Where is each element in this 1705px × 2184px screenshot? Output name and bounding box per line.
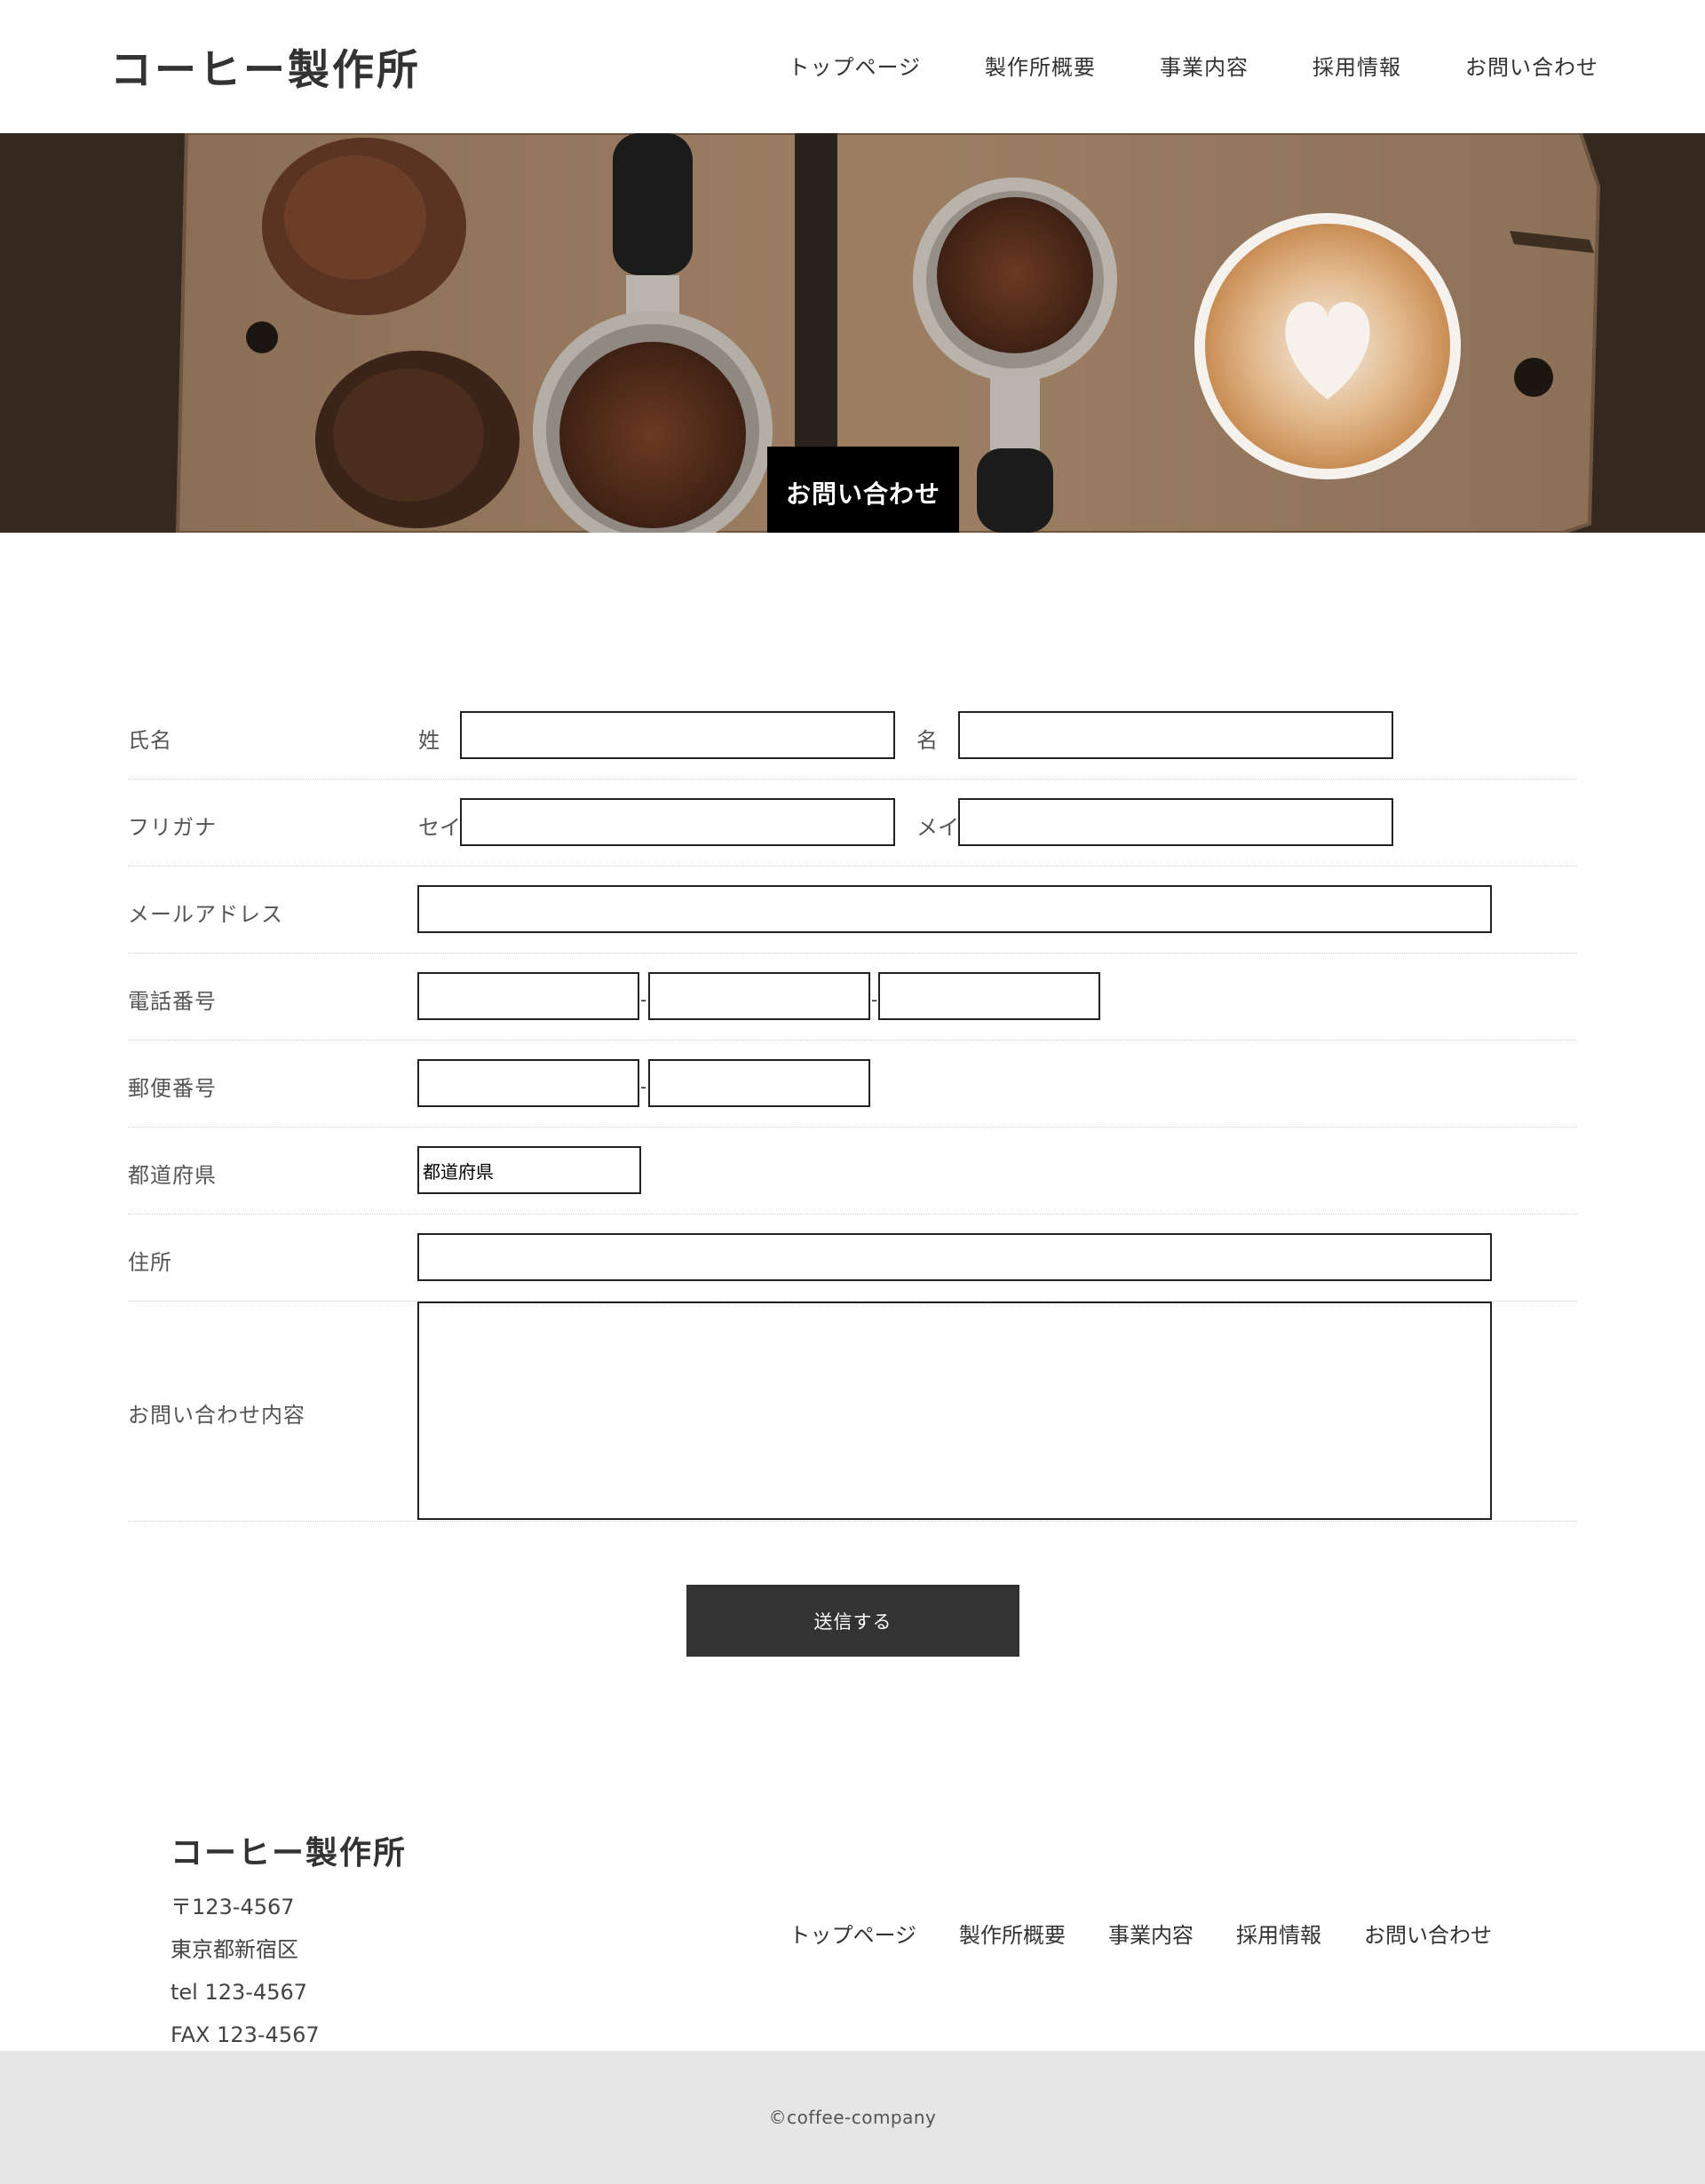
footer-nav-business[interactable]: 事業内容 bbox=[1108, 1918, 1194, 1949]
postal-input-1[interactable] bbox=[417, 1059, 639, 1107]
footer-address: 〒123-4567 東京都新宿区 tel 123-4567 FAX 123-45… bbox=[170, 1886, 320, 2056]
hero-banner: お問い合わせ bbox=[0, 133, 1705, 533]
footer-city: 東京都新宿区 bbox=[170, 1937, 298, 1962]
copyright-bar: ©coffee-company bbox=[0, 2051, 1705, 2184]
form-row-prefecture: 都道府県 都道府県 bbox=[128, 1128, 1577, 1215]
email-label: メールアドレス bbox=[128, 902, 283, 927]
email-input[interactable] bbox=[417, 885, 1492, 933]
footer-fax: FAX 123-4567 bbox=[170, 2022, 320, 2047]
footer-nav-contact[interactable]: お問い合わせ bbox=[1364, 1918, 1492, 1949]
footer-nav-recruit[interactable]: 採用情報 bbox=[1236, 1918, 1321, 1949]
postal-separator: - bbox=[640, 1076, 647, 1097]
name-label: 氏名 bbox=[128, 728, 172, 753]
prefecture-select[interactable]: 都道府県 bbox=[417, 1146, 641, 1194]
last-name-sub-label: 姓 bbox=[418, 728, 440, 753]
footer-nav-company-overview[interactable]: 製作所概要 bbox=[959, 1918, 1066, 1949]
phone-input-1[interactable] bbox=[417, 972, 639, 1020]
submit-button[interactable]: 送信する bbox=[686, 1585, 1019, 1657]
footer-postal-code: 〒123-4567 bbox=[170, 1895, 295, 1919]
page-title: お問い合わせ bbox=[767, 447, 959, 533]
address-input[interactable] bbox=[417, 1233, 1492, 1281]
phone-label: 電話番号 bbox=[128, 989, 217, 1014]
postal-input-2[interactable] bbox=[648, 1059, 870, 1107]
first-kana-input[interactable] bbox=[958, 798, 1393, 846]
first-name-input[interactable] bbox=[958, 711, 1393, 759]
form-row-kana: フリガナ セイ メイ bbox=[128, 779, 1577, 866]
nav-top-page[interactable]: トップページ bbox=[788, 50, 921, 81]
footer-nav-top-page[interactable]: トップページ bbox=[789, 1918, 916, 1949]
message-label: お問い合わせ内容 bbox=[128, 1403, 305, 1428]
contact-form: 氏名 姓 名 フリガナ セイ メイ メールアドレス 電話番号 - - 郵便番号 … bbox=[128, 692, 1577, 1522]
form-row-message: お問い合わせ内容 bbox=[128, 1302, 1577, 1522]
form-row-name: 氏名 姓 名 bbox=[128, 692, 1577, 779]
phone-separator-1: - bbox=[640, 989, 647, 1010]
last-kana-sub-label: セイ bbox=[418, 815, 461, 840]
message-textarea[interactable] bbox=[417, 1302, 1492, 1520]
last-kana-input[interactable] bbox=[460, 798, 895, 846]
form-row-phone: 電話番号 - - bbox=[128, 954, 1577, 1041]
footer-nav: トップページ 製作所概要 事業内容 採用情報 お問い合わせ bbox=[789, 1918, 1492, 1949]
nav-recruit[interactable]: 採用情報 bbox=[1312, 50, 1401, 81]
footer-logo[interactable]: コーヒー製作所 bbox=[170, 1827, 407, 1873]
phone-separator-2: - bbox=[871, 989, 878, 1010]
phone-input-2[interactable] bbox=[648, 972, 870, 1020]
kana-label: フリガナ bbox=[128, 815, 217, 840]
nav-business[interactable]: 事業内容 bbox=[1160, 50, 1249, 81]
copyright-text: ©coffee-company bbox=[768, 2107, 937, 2128]
site-header: コーヒー製作所 トップページ 製作所概要 事業内容 採用情報 お問い合わせ bbox=[0, 0, 1705, 133]
form-row-postal: 郵便番号 - bbox=[128, 1041, 1577, 1128]
address-label: 住所 bbox=[128, 1250, 172, 1275]
global-nav: トップページ 製作所概要 事業内容 採用情報 お問い合わせ bbox=[788, 50, 1598, 81]
footer-tel: tel 123-4567 bbox=[170, 1980, 308, 2005]
site-logo[interactable]: コーヒー製作所 bbox=[110, 36, 421, 97]
postal-label: 郵便番号 bbox=[128, 1076, 217, 1101]
nav-company-overview[interactable]: 製作所概要 bbox=[985, 50, 1096, 81]
form-row-address: 住所 bbox=[128, 1215, 1577, 1302]
last-name-input[interactable] bbox=[460, 711, 895, 759]
phone-input-3[interactable] bbox=[878, 972, 1100, 1020]
first-name-sub-label: 名 bbox=[916, 728, 938, 753]
form-row-email: メールアドレス bbox=[128, 866, 1577, 954]
nav-contact[interactable]: お問い合わせ bbox=[1465, 50, 1598, 81]
prefecture-label: 都道府県 bbox=[128, 1163, 217, 1188]
first-kana-sub-label: メイ bbox=[916, 815, 959, 840]
